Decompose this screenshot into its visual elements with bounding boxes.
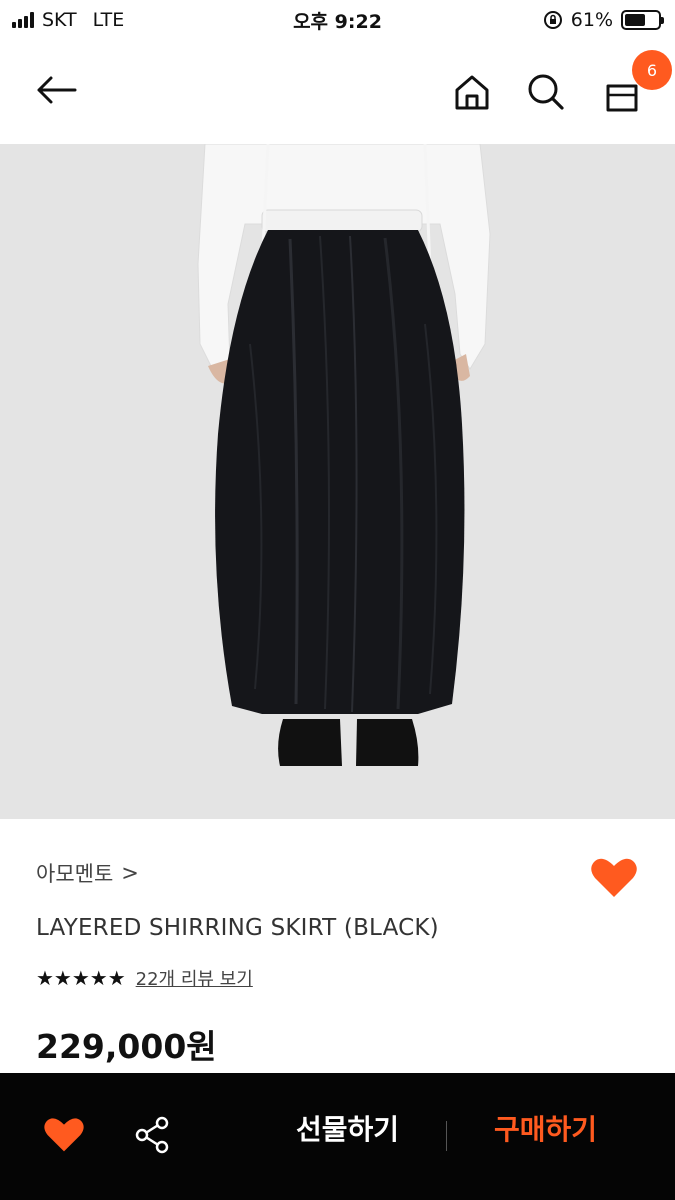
product-price: 229,000원 — [36, 1027, 217, 1066]
network-label: LTE — [92, 9, 125, 31]
heart-icon — [591, 858, 637, 897]
brand-name: 아모멘토 — [36, 862, 114, 886]
carrier-label: SKT — [42, 9, 77, 31]
review-link[interactable]: 22개 리뷰 보기 — [136, 965, 253, 991]
buy-button[interactable]: 구매하기 — [468, 1103, 623, 1153]
brand-link[interactable]: 아모멘토 > — [36, 858, 139, 888]
home-icon — [455, 75, 489, 110]
nav-bar: 6 — [0, 40, 675, 144]
battery-percent: 61% — [570, 9, 613, 31]
wishlist-button[interactable] — [590, 856, 638, 900]
product-title: LAYERED SHIRRING SKIRT (BLACK) — [36, 915, 439, 941]
search-button[interactable] — [522, 68, 570, 116]
share-button[interactable] — [128, 1113, 176, 1157]
status-left: SKT LTE — [12, 9, 124, 31]
signal-icon — [12, 12, 34, 28]
heart-icon — [44, 1118, 84, 1152]
rotation-lock-icon — [543, 11, 562, 29]
product-photo — [0, 144, 675, 819]
chevron-right-icon: > — [121, 861, 139, 885]
share-icon — [135, 1116, 169, 1154]
product-image[interactable] — [0, 144, 675, 819]
back-arrow-icon — [37, 76, 77, 104]
divider — [446, 1121, 447, 1151]
cart-count-badge: 6 — [632, 50, 672, 90]
status-bar: SKT LTE 오후 9:22 61% — [0, 0, 675, 40]
cart-button[interactable]: 6 — [598, 50, 672, 118]
battery-fill — [625, 14, 645, 26]
back-button[interactable] — [28, 68, 84, 112]
star-rating: ★★★★★ — [36, 966, 126, 990]
home-button[interactable] — [448, 68, 496, 116]
search-icon — [528, 74, 564, 110]
bottom-action-bar: 선물하기 구매하기 — [0, 1073, 675, 1200]
status-right: 61% — [543, 9, 664, 31]
gift-button[interactable]: 선물하기 — [270, 1103, 425, 1153]
battery-icon — [621, 10, 664, 30]
bottom-wishlist-button[interactable] — [40, 1113, 88, 1157]
rating-row: ★★★★★ 22개 리뷰 보기 — [36, 965, 253, 991]
